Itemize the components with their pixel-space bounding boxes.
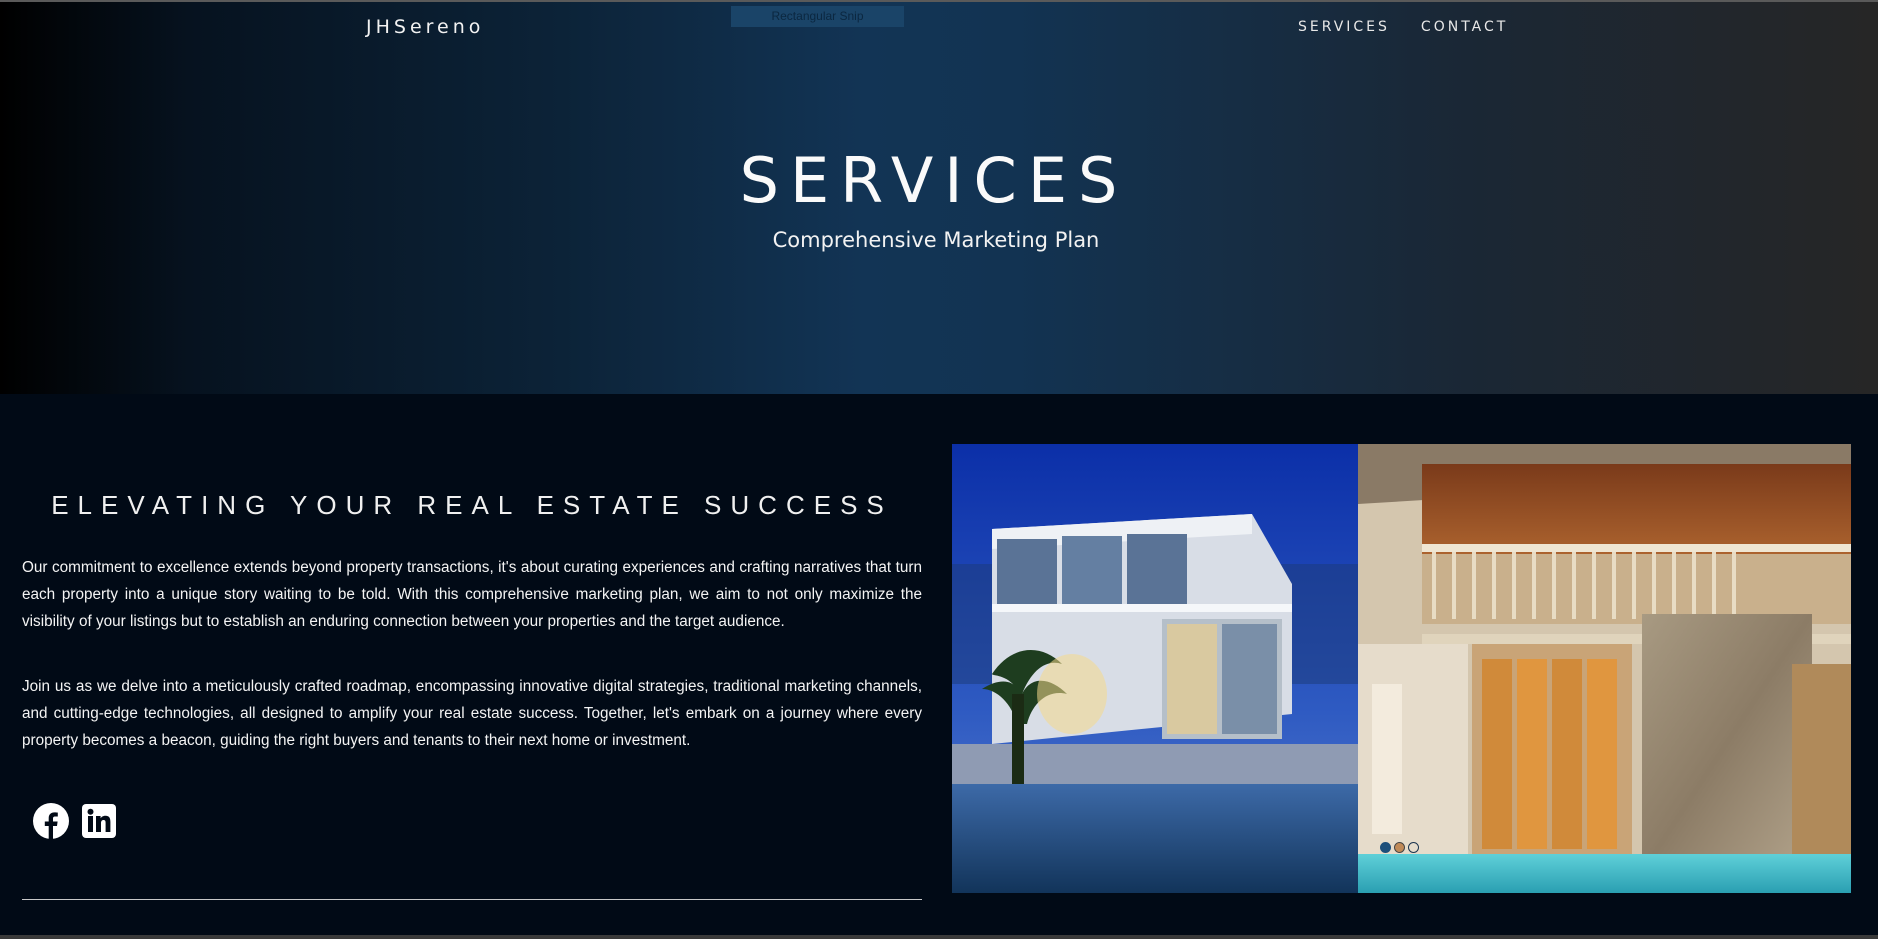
- intro-paragraph: Our commitment to excellence extends bey…: [22, 559, 922, 630]
- carousel-dot-1[interactable]: [1380, 842, 1391, 853]
- section-heading: ELEVATING YOUR REAL ESTATE SUCCESS: [51, 490, 893, 520]
- window-bottom-border: [0, 935, 1878, 939]
- property-slide-image: [952, 444, 1851, 893]
- nav-contact-link[interactable]: CONTACT: [1421, 19, 1508, 35]
- social-links: [32, 802, 118, 840]
- property-image-carousel[interactable]: [952, 444, 1851, 893]
- brand-logo[interactable]: JHSereno: [366, 16, 484, 38]
- carousel-dot-2[interactable]: [1394, 842, 1405, 853]
- linkedin-icon[interactable]: [80, 802, 118, 840]
- page-title: SERVICES: [739, 144, 1129, 217]
- services-content: ELEVATING YOUR REAL ESTATE SUCCESS Our c…: [0, 394, 1878, 935]
- page-subtitle: Comprehensive Marketing Plan: [772, 228, 1100, 252]
- facebook-icon[interactable]: [32, 802, 70, 840]
- section-divider: [22, 899, 922, 900]
- carousel-indicators: [1380, 842, 1419, 853]
- main-nav: SERVICES CONTACT: [1298, 19, 1508, 35]
- hero-banner: JHSereno Rectangular Snip SERVICES CONTA…: [0, 2, 1878, 394]
- carousel-dot-3[interactable]: [1408, 842, 1419, 853]
- roadmap-paragraph: Join us as we delve into a meticulously …: [22, 678, 922, 749]
- snip-overlay-label: Rectangular Snip: [731, 6, 904, 27]
- nav-services-link[interactable]: SERVICES: [1298, 19, 1390, 35]
